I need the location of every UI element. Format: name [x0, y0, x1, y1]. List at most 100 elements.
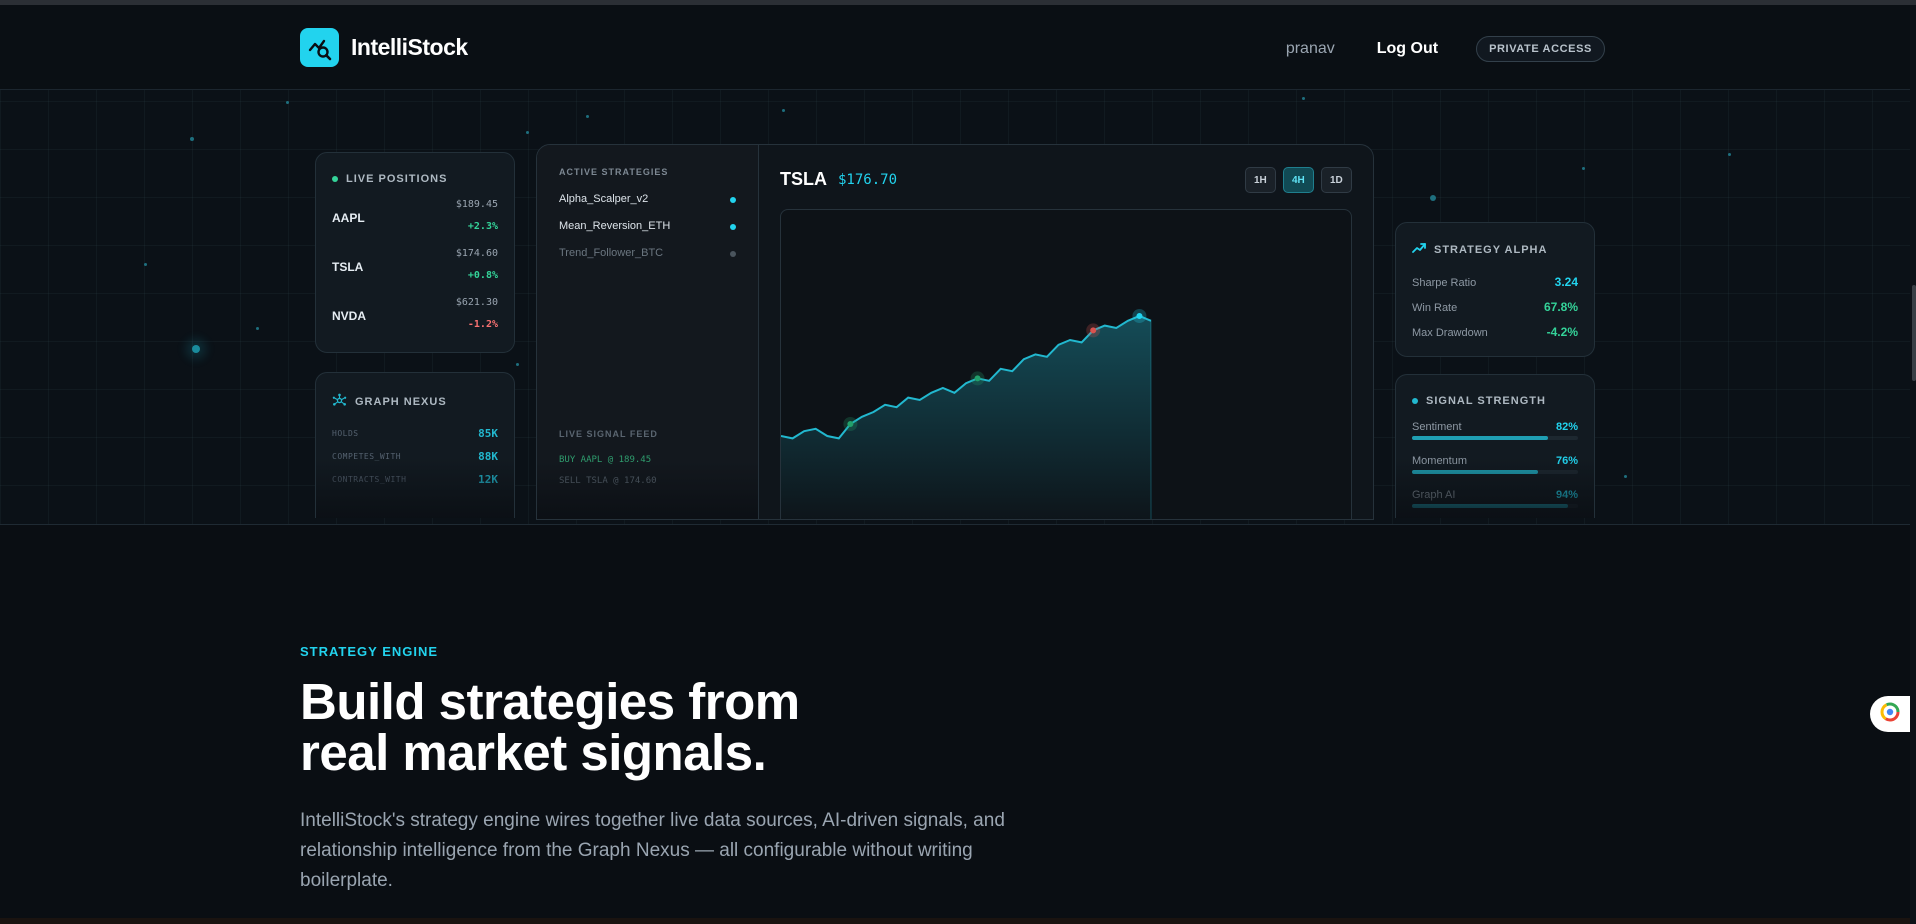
buy-marker[interactable]	[974, 375, 981, 382]
signal-track	[1412, 470, 1578, 474]
backdrop-dot	[144, 263, 147, 266]
position-row[interactable]: NVDA $621.30 -1.2%	[332, 297, 498, 341]
column-fade	[537, 461, 758, 519]
position-change: +0.8%	[467, 270, 498, 281]
metric-row: Sharpe Ratio 3.24	[1412, 275, 1578, 291]
timeframe-1d-button[interactable]: 1D	[1321, 167, 1352, 193]
live-indicator-icon	[332, 176, 338, 182]
position-symbol: NVDA	[332, 309, 367, 323]
signal-strength-title: SIGNAL STRENGTH	[1426, 395, 1546, 407]
signal-label: Sentiment	[1412, 421, 1462, 433]
relationship-row[interactable]: HOLDS 85K	[332, 427, 498, 443]
chart-symbol: TSLA	[780, 169, 827, 189]
buy-marker[interactable]	[847, 421, 854, 427]
logout-link[interactable]: Log Out	[1377, 40, 1438, 58]
current-marker[interactable]	[1136, 313, 1143, 319]
relationship-row[interactable]: COMPETES_WITH 88K	[332, 450, 498, 466]
extension-icon	[1880, 702, 1900, 727]
scrollbar-thumb[interactable]	[1912, 285, 1916, 381]
metric-row: Win Rate 67.8%	[1412, 300, 1578, 316]
signal-meter: Momentum 76%	[1412, 455, 1578, 483]
position-symbol: TSLA	[332, 260, 364, 274]
backdrop-dot	[190, 137, 194, 141]
metric-value: 67.8%	[1543, 300, 1578, 314]
live-positions-card: LIVE POSITIONS AAPL $189.45 +2.3% TSLA $…	[315, 152, 515, 353]
signal-feed-title: LIVE SIGNAL FEED	[559, 429, 658, 439]
page-bottom-edge	[0, 918, 1910, 924]
header-nav: pranav Log Out PRIVATE ACCESS	[1286, 36, 1605, 62]
position-price: $174.60	[455, 248, 498, 259]
strategy-alpha-card: STRATEGY ALPHA Sharpe Ratio 3.24 Win Rat…	[1395, 222, 1595, 357]
graph-nexus-card: GRAPH NEXUS HOLDS 85K COMPETES_WITH 88K …	[315, 372, 515, 518]
price-chart[interactable]	[780, 209, 1352, 519]
page-scrollbar[interactable]	[1910, 5, 1916, 924]
signal-meter: Graph AI 94%	[1412, 489, 1578, 517]
floating-extension-button[interactable]	[1870, 696, 1910, 732]
relationship-label: HOLDS	[332, 429, 359, 438]
strategy-name: Mean_Reversion_ETH	[559, 220, 671, 232]
signal-strength-header: SIGNAL STRENGTH	[1412, 395, 1546, 407]
signal-value: 76%	[1555, 455, 1578, 467]
metric-label: Max Drawdown	[1412, 327, 1488, 339]
signal-indicator-icon	[1412, 398, 1418, 404]
signal-track	[1412, 436, 1578, 440]
backdrop-dot	[1302, 97, 1305, 100]
brand-name: IntelliStock	[351, 34, 468, 60]
price-area	[781, 316, 1151, 519]
signal-fill	[1412, 436, 1549, 440]
relationship-label: CONTRACTS_WITH	[332, 475, 407, 484]
chart-search-icon	[300, 28, 339, 67]
metric-label: Win Rate	[1412, 302, 1458, 314]
position-symbol: AAPL	[332, 211, 365, 225]
signal-entry: SELL TSLA @ 174.60	[559, 476, 657, 486]
active-strategies-title: ACTIVE STRATEGIES	[559, 167, 669, 177]
site-header: IntelliStock pranav Log Out PRIVATE ACCE…	[0, 5, 1910, 90]
backdrop-dot	[1582, 167, 1585, 170]
live-positions-title: LIVE POSITIONS	[346, 173, 448, 185]
relationship-count: 88K	[478, 450, 498, 463]
relationship-count: 12K	[478, 473, 498, 486]
trading-panel: ACTIVE STRATEGIES Alpha_Scalper_v2 Mean_…	[536, 144, 1374, 520]
strategy-item[interactable]: Alpha_Scalper_v2	[559, 193, 736, 209]
network-icon	[332, 393, 347, 411]
backdrop-dot	[256, 327, 259, 330]
backdrop-dot	[1430, 195, 1436, 201]
metric-value: 3.24	[1554, 275, 1578, 289]
position-price: $189.45	[455, 199, 498, 210]
strategy-alpha-header: STRATEGY ALPHA	[1412, 243, 1547, 256]
headline-line-2: real market signals.	[300, 724, 767, 781]
backdrop-dot	[516, 363, 519, 366]
position-change: -1.2%	[467, 319, 498, 330]
sell-marker[interactable]	[1090, 327, 1097, 334]
position-price: $621.30	[455, 297, 498, 308]
user-name[interactable]: pranav	[1286, 40, 1335, 58]
private-access-badge[interactable]: PRIVATE ACCESS	[1476, 36, 1605, 62]
signal-label: Momentum	[1412, 455, 1468, 467]
strategy-item[interactable]: Mean_Reversion_ETH	[559, 220, 736, 236]
strategy-alpha-title: STRATEGY ALPHA	[1434, 243, 1548, 256]
status-dot-icon	[730, 224, 736, 230]
position-row[interactable]: TSLA $174.60 +0.8%	[332, 248, 498, 292]
strategy-item[interactable]: Trend_Follower_BTC	[559, 247, 736, 263]
position-row[interactable]: AAPL $189.45 +2.3%	[332, 199, 498, 243]
metric-value: -4.2%	[1546, 325, 1578, 339]
signal-fill	[1412, 504, 1569, 508]
signal-track	[1412, 504, 1578, 508]
chart-price: $176.70	[838, 172, 898, 188]
metric-label: Sharpe Ratio	[1412, 277, 1477, 289]
signal-entry: BUY AAPL @ 189.45	[559, 455, 652, 465]
backdrop-dot	[286, 101, 289, 104]
backdrop-dot	[526, 131, 529, 134]
timeframe-1h-button[interactable]: 1H	[1245, 167, 1276, 193]
headline-line-1: Build strategies from	[300, 673, 800, 730]
relationship-label: COMPETES_WITH	[332, 452, 402, 461]
section-eyebrow: STRATEGY ENGINE	[300, 644, 439, 659]
signal-label: Graph AI	[1412, 489, 1456, 501]
price-chart-svg	[780, 309, 1152, 519]
brand-logo[interactable]: IntelliStock	[300, 28, 468, 67]
signal-value: 94%	[1555, 489, 1578, 501]
signal-value: 82%	[1555, 421, 1578, 433]
timeframe-4h-button[interactable]: 4H	[1283, 167, 1314, 193]
relationship-row[interactable]: CONTRACTS_WITH 12K	[332, 473, 498, 489]
status-dot-icon	[730, 251, 736, 257]
